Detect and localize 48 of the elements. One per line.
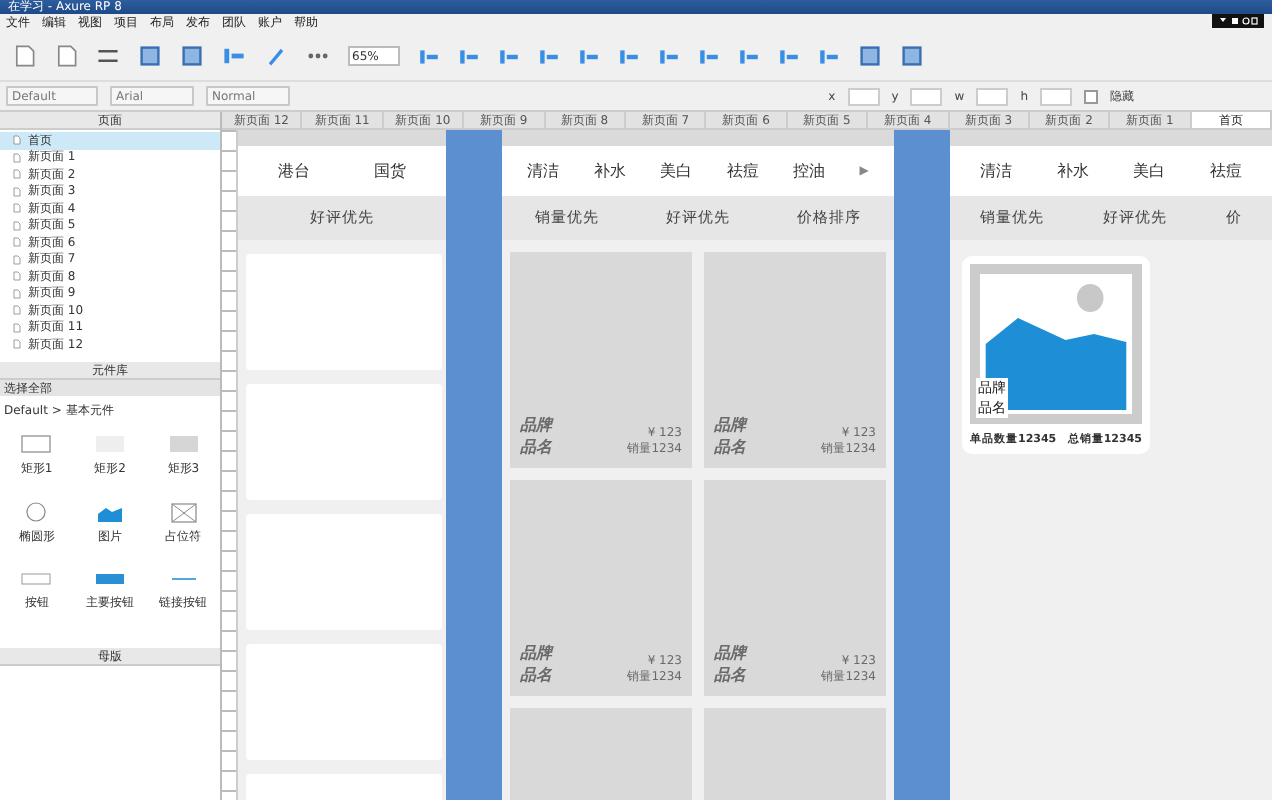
bars-icon[interactable]: [578, 45, 600, 67]
brand-text: 品牌: [714, 642, 746, 664]
input-field[interactable]: [1040, 87, 1072, 105]
category-tab[interactable]: 国货: [374, 160, 406, 182]
page-icon[interactable]: [54, 44, 78, 68]
square-icon[interactable]: [900, 44, 924, 68]
input-field[interactable]: [976, 87, 1009, 105]
bars-icon[interactable]: [538, 45, 560, 67]
category-tab[interactable]: 港台: [278, 160, 310, 182]
brand-text: 品牌: [714, 414, 746, 436]
input-field[interactable]: [910, 87, 943, 105]
category-tab[interactable]: 祛痘: [726, 160, 759, 182]
product-name: 品名: [714, 436, 746, 458]
page-icon[interactable]: [12, 44, 36, 68]
bars-icon[interactable]: [778, 45, 800, 67]
bars-icon[interactable]: [458, 45, 480, 67]
pen-icon[interactable]: [264, 44, 288, 68]
product-name: 品名: [520, 436, 552, 458]
category-tab[interactable]: 祛痘: [1209, 160, 1242, 182]
bars-icon[interactable]: [738, 45, 760, 67]
category-tab[interactable]: 补水: [593, 160, 626, 182]
bars-icon[interactable]: [498, 45, 520, 67]
bars-icon[interactable]: [658, 45, 680, 67]
square-icon[interactable]: [138, 44, 162, 68]
brand-text: 品牌: [520, 642, 552, 664]
square-icon[interactable]: [180, 44, 204, 68]
category-tab[interactable]: 清洁: [527, 160, 560, 182]
rectangle-icon: [167, 432, 200, 456]
category-tab[interactable]: 控油: [792, 160, 825, 182]
bars-icon[interactable]: [818, 45, 840, 67]
bars-icon[interactable]: [222, 44, 246, 68]
hidden-checkbox[interactable]: [1084, 89, 1098, 103]
product-name: 品名: [714, 664, 746, 686]
image-placeholder-icon: [980, 274, 1132, 414]
category-tab[interactable]: 补水: [1056, 160, 1089, 182]
placeholder-icon: [167, 499, 200, 524]
category-tab[interactable]: 美白: [660, 160, 693, 182]
input-field[interactable]: [847, 87, 880, 105]
category-tab[interactable]: 美白: [1133, 160, 1166, 182]
bars-icon[interactable]: [698, 45, 720, 67]
bars-icon[interactable]: [618, 45, 640, 67]
product-name: 品名: [520, 664, 552, 686]
window-controls[interactable]: [1212, 14, 1264, 28]
square-icon[interactable]: [858, 44, 882, 68]
brand-text: 品牌: [520, 414, 552, 436]
category-tab[interactable]: 清洁: [980, 160, 1013, 182]
rectangle-icon: [20, 432, 53, 456]
bars-icon[interactable]: [418, 45, 440, 67]
